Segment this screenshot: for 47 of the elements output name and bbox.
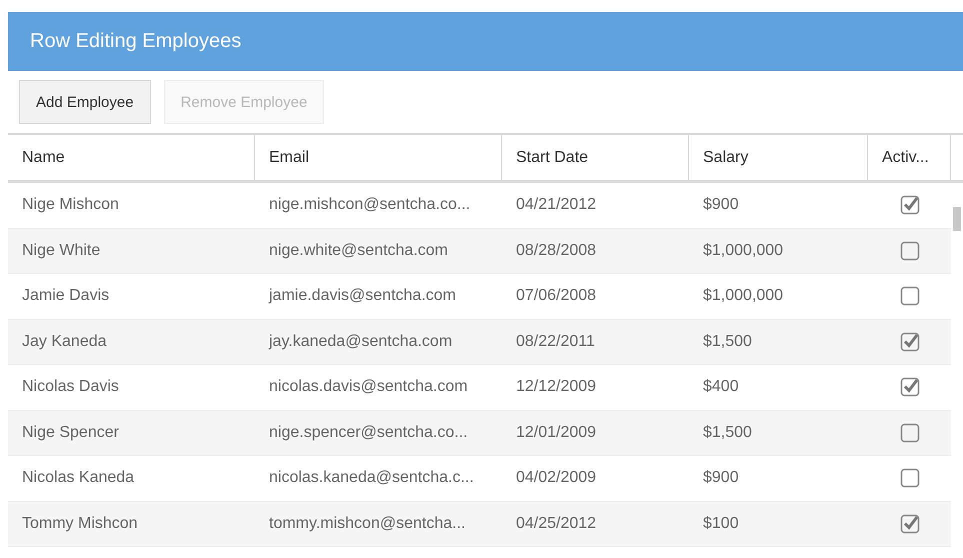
table-cell-text: nicolas.kaneda@sentcha.c... [268,468,475,488]
table-cell-text: 08/22/2011 [515,332,596,352]
table-cell-text: 04/21/2012 [515,195,598,216]
table-cell-text: $1,000,000 [702,286,784,306]
table-cell-text: $1,000,000 [702,240,784,261]
table-cell-text: 12/01/2009 [515,422,598,443]
table-cell-text: nicolas.davis@sentcha.com [268,377,469,398]
table-cell-text: 07/06/2008 [515,286,598,306]
column-header[interactable]: Name [8,135,255,180]
table-cell-text: $1,500 [702,332,753,352]
column-header[interactable]: Email [255,135,502,180]
checkbox[interactable] [900,377,920,398]
table-cell-text: Nige Mishcon [21,195,120,216]
checkbox[interactable] [900,332,920,352]
checkbox[interactable] [900,422,920,443]
table-cell-text: jay.kaneda@sentcha.com [268,332,454,352]
table-cell-text: $1,500 [702,422,753,443]
table-cell-text: 04/02/2009 [515,468,598,488]
table-cell-text: Nige White [21,240,102,261]
table-cell-text: tommy.mishcon@sentcha... [268,514,466,534]
table-cell-text: 04/25/2012 [515,514,598,534]
table-cell-text: nige.spencer@sentcha.co... [268,422,469,443]
checkbox[interactable] [900,468,920,488]
table-cell-text: Nicolas Davis [21,377,120,398]
checkbox[interactable] [900,240,920,261]
column-header[interactable]: Salary [689,135,868,180]
table-cell-text: Nige Spencer [21,422,120,443]
table-cell-text: 08/28/2008 [515,240,598,261]
table-cell-text: Tommy Mishcon [21,514,139,534]
table-cell-text: $900 [702,468,740,488]
checkbox[interactable] [900,286,920,306]
table-cell-text: 12/12/2009 [515,377,598,398]
table-cell-text: Nicolas Kaneda [21,468,136,488]
table-cell-text: nige.mishcon@sentcha.co... [268,195,472,216]
checkbox[interactable] [900,195,920,216]
table-cell-text: Jay Kaneda [21,332,108,352]
table-cell-text: $100 [702,514,740,534]
table-cell-text: $400 [702,377,740,398]
add-button[interactable]: Add Employee [19,80,151,124]
table-cell-text: Jamie Davis [21,286,110,306]
panel-title: Row Editing Employees [30,30,242,53]
table-cell-text: nige.white@sentcha.com [268,240,449,261]
column-header[interactable]: Activ... [868,135,951,180]
column-header[interactable]: Start Date [502,135,689,180]
table-cell-text: jamie.davis@sentcha.com [268,286,457,306]
checkbox[interactable] [900,514,920,534]
table-cell-text: $900 [702,195,740,216]
